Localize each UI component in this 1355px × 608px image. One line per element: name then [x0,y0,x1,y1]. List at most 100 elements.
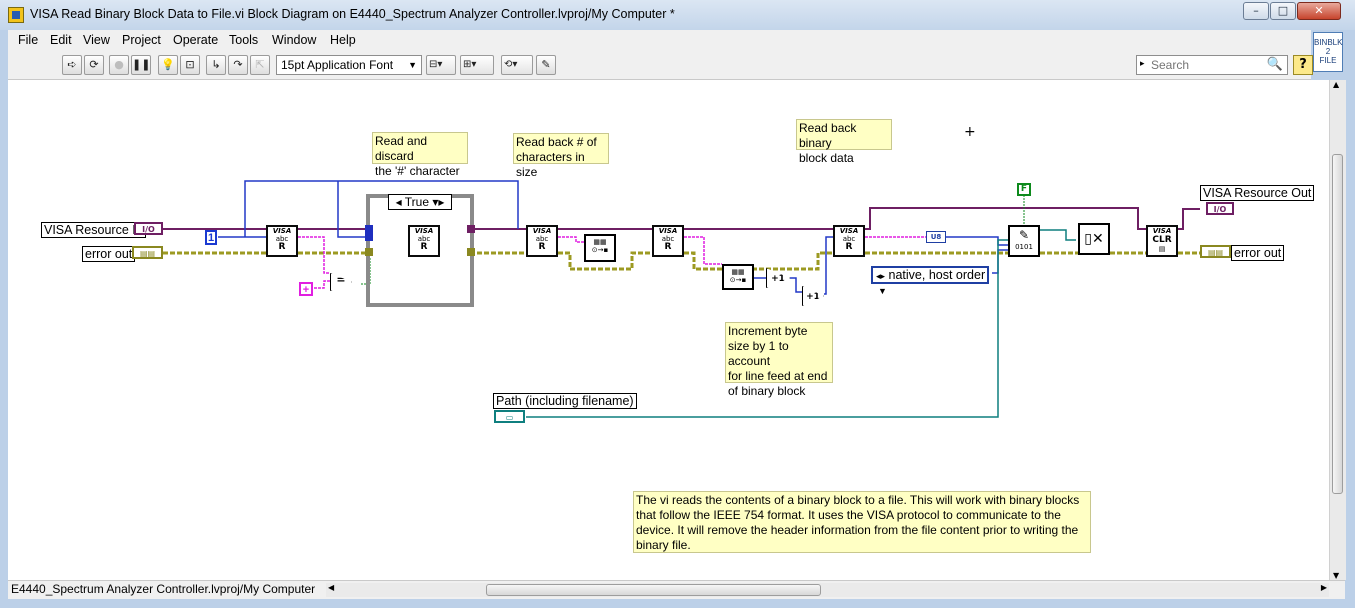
visa-clear-node[interactable]: VISA CLR ▤ [1146,225,1178,257]
menu-operate[interactable]: Operate [173,33,218,47]
hash-string-constant[interactable]: + [299,282,313,296]
error-out-terminal[interactable]: ▤▤ [1200,245,1231,258]
visa-read-node[interactable]: VISA abc R [526,225,558,257]
retain-wire-values-icon[interactable]: ⊡ [180,55,200,75]
visa-read-node[interactable]: VISA abc R [266,225,298,257]
decimal-string-to-number-node[interactable]: ▦▦ ⊙→▪ [584,234,616,262]
block-diagram-canvas[interactable]: Read and discard the '#' character Read … [8,80,1329,580]
horizontal-scrollbar[interactable]: ◀ ▶ [326,583,1329,597]
node-read-mode-text: R [664,242,672,252]
align-objects-icon[interactable]: ⊟▾ [426,55,456,75]
chevron-down-icon: ▼ [408,60,417,70]
vi-icon-line3: FILE [1319,56,1337,65]
case-selector[interactable]: ◂ True ▾▸ [388,194,452,210]
search-icon[interactable]: 🔍 [1267,57,1283,72]
numeric-constant-one[interactable]: 1 [205,230,217,245]
menu-view[interactable]: View [83,33,110,47]
visa-read-node[interactable]: VISA abc R [833,225,865,257]
pause-icon[interactable]: ❚❚ [131,55,151,75]
toolbar: ➪ ⟳ ● ❚❚ 💡 ⊡ ↳ ↷ ⇱ 15pt Application Font… [8,52,1313,80]
close-file-node[interactable]: ▯✕ [1078,223,1110,255]
scroll-right-icon[interactable]: ▶ [1321,583,1327,592]
case-next-icon[interactable]: ▾▸ [432,195,444,209]
vi-icon[interactable]: BINBLK 2 FILE [1313,32,1343,72]
binary-icon: 0101 [1015,243,1033,251]
project-path: E4440_Spectrum Analyzer Controller.lvpro… [11,582,316,596]
menu-window[interactable]: Window [272,33,316,47]
horizontal-scroll-thumb[interactable] [486,584,821,596]
status-bar: E4440_Spectrum Analyzer Controller.lvpro… [8,580,1345,599]
pencil-icon: ✎ [1018,228,1030,242]
run-continuously-icon[interactable]: ⟳ [84,55,104,75]
u8-constant[interactable]: U8 [926,231,946,243]
font-select[interactable]: 15pt Application Font ▼ [276,55,422,75]
node-visa-text: VISA [272,227,292,235]
clean-up-diagram-icon[interactable]: ✎ [536,55,556,75]
visa-resource-in-terminal[interactable]: I/O [134,222,163,235]
run-icon[interactable]: ➪ [62,55,82,75]
scroll-up-icon[interactable]: ▲ [1333,80,1339,89]
search-input[interactable] [1151,57,1261,73]
menu-edit[interactable]: Edit [50,33,72,47]
case-tunnel-error-out [467,248,475,256]
enum-arrows-icon: ◂▸ [876,271,886,281]
error-in-label: error out [82,246,136,262]
scroll-down-icon[interactable]: ▼ [1333,571,1339,580]
minimize-button[interactable]: – [1243,2,1269,20]
visa-read-node[interactable]: VISA abc R [652,225,684,257]
menu-help[interactable]: Help [330,33,356,47]
caret-icon: ▸ [1140,59,1145,69]
path-terminal[interactable]: ▭ [494,410,525,423]
step-out-icon[interactable]: ⇱ [250,55,270,75]
visa-resource-out-label: VISA Resource Out [1200,185,1315,201]
comment-description: The vi reads the contents of a binary bl… [633,491,1091,553]
decimal-string-to-number-node[interactable]: ▦▦ ⊙→▪ [722,264,754,290]
case-tunnel-int [365,225,373,241]
string-to-number-icon: ▦▦ [731,268,745,276]
visa-resource-in-label: VISA Resource In [41,222,146,238]
visa-read-node[interactable]: VISA abc R [408,225,440,257]
context-help-button[interactable]: ? [1293,55,1313,75]
application-window: VISA Read Binary Block Data to File.vi B… [0,0,1355,608]
node-io-icon: ▤ [1158,245,1166,253]
write-binary-file-node[interactable]: ✎ 0101 [1008,225,1040,257]
comment-read-back-size: Read back # of characters in size [513,133,609,179]
maximize-button[interactable]: □ [1270,2,1296,20]
close-file-icon: ▯✕ [1084,231,1104,247]
case-prev-icon[interactable]: ◂ [396,195,402,209]
comment-read-block: Read back binary block data [796,119,892,165]
step-into-icon[interactable]: ↳ [206,55,226,75]
highlight-execution-icon[interactable]: 💡 [158,55,178,75]
node-visa-text: VISA [658,227,678,235]
string-to-number-arrow-icon: ⊙→▪ [729,276,747,284]
window-title: VISA Read Binary Block Data to File.vi B… [30,7,675,21]
menu-project[interactable]: Project [122,33,161,47]
node-read-mode-text: R [420,242,428,252]
case-tunnel-visa-out [467,225,475,233]
distribute-objects-icon[interactable]: ⊞▾ [460,55,494,75]
close-button[interactable]: ✕ [1297,2,1341,20]
reorder-icon[interactable]: ⟲▾ [501,55,533,75]
menu-bar: File Edit View Project Operate Tools Win… [8,30,1311,53]
false-constant[interactable]: F [1017,183,1031,196]
node-visa-text: VISA [414,227,434,235]
comment-increment: Increment byte size by 1 to account for … [725,322,833,398]
menu-file[interactable]: File [18,33,38,47]
search-box[interactable]: ▸ 🔍 [1136,55,1288,75]
error-in-terminal[interactable]: ▤▤ [132,246,163,259]
byte-order-enum[interactable]: ◂▸ native, host order ▼ [871,266,989,296]
vertical-scrollbar[interactable]: ▲ ▼ [1329,80,1346,580]
comment-read-discard: Read and discard the '#' character [372,132,468,178]
crosshair-cursor-icon: + [964,124,976,140]
visa-resource-out-terminal[interactable]: I/O [1206,202,1234,215]
menu-tools[interactable]: Tools [229,33,258,47]
path-label: Path (including filename) [493,393,637,409]
title-bar[interactable]: VISA Read Binary Block Data to File.vi B… [0,0,1355,30]
abort-icon[interactable]: ● [109,55,129,75]
string-to-number-icon: ▦▦ [593,238,607,246]
case-selector-value: True [404,195,429,209]
vertical-scroll-thumb[interactable] [1332,154,1343,494]
scroll-left-icon[interactable]: ◀ [328,583,334,592]
step-over-icon[interactable]: ↷ [228,55,248,75]
error-out-label: error out [1231,245,1285,261]
